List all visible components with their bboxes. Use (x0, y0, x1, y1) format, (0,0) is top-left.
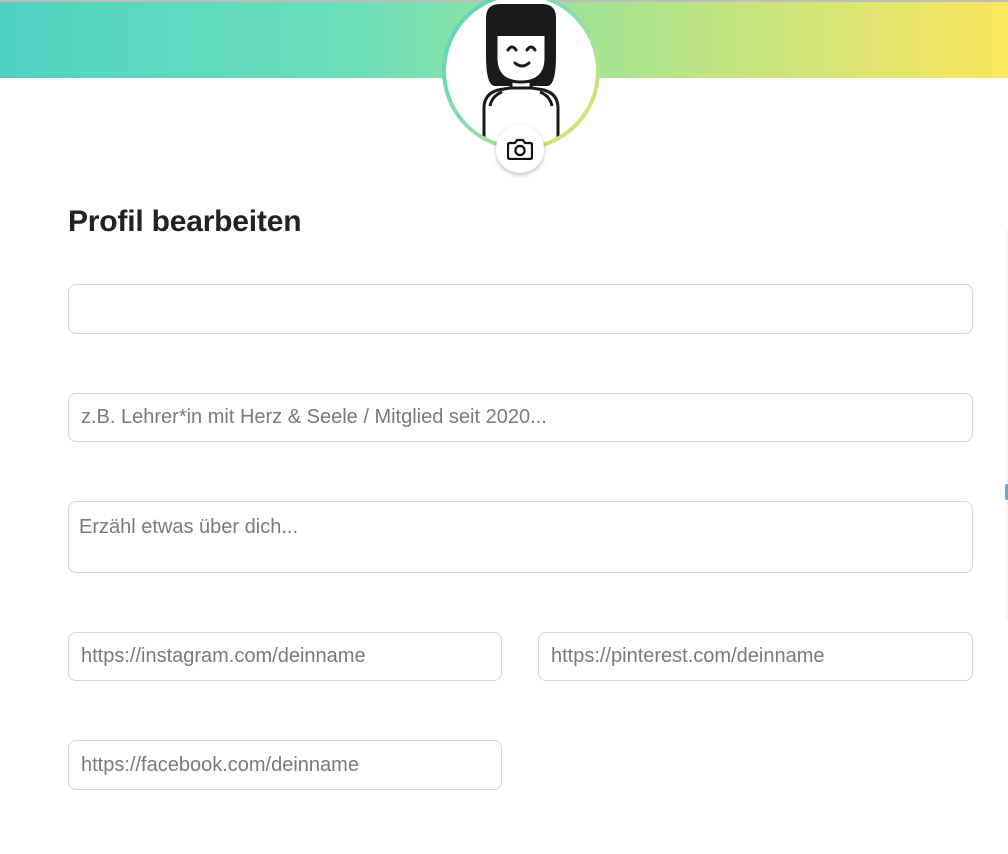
headline-input[interactable] (68, 393, 973, 442)
name-input[interactable] (68, 284, 973, 334)
pinterest-url-input[interactable] (538, 632, 973, 681)
facebook-url-input[interactable] (68, 740, 502, 790)
about-textarea[interactable] (68, 501, 973, 573)
page-title: Profil bearbeiten (68, 205, 302, 238)
instagram-url-input[interactable] (68, 632, 502, 681)
change-photo-button[interactable] (496, 125, 544, 173)
camera-icon (507, 138, 533, 160)
